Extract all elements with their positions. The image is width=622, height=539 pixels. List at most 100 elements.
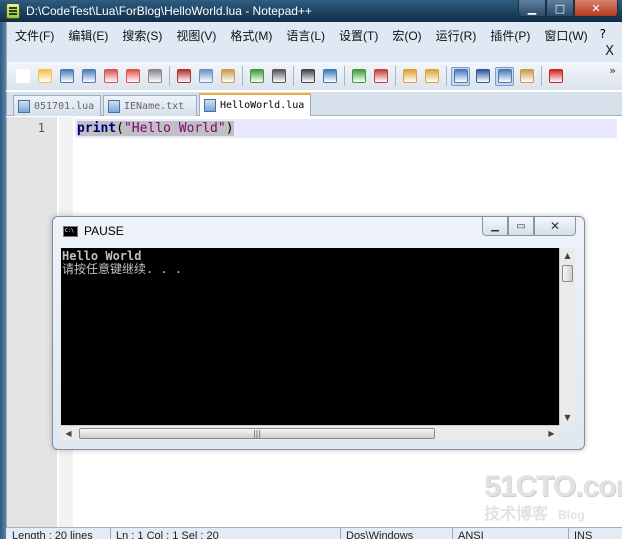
toolbar-overflow-button[interactable]: » bbox=[609, 64, 616, 77]
watermark-sub-text: 技术博客 bbox=[484, 506, 549, 523]
menu-item-3[interactable]: 视图(V) bbox=[176, 27, 216, 44]
toolbar-separator bbox=[446, 66, 447, 86]
console-maximize-button[interactable]: ▭ bbox=[508, 217, 534, 236]
scroll-left-arrow-icon[interactable]: ◀ bbox=[61, 426, 76, 441]
tab-iename-txt[interactable]: IEName.txt bbox=[103, 95, 197, 116]
tab-label: IEName.txt bbox=[124, 100, 185, 112]
record-macro-button[interactable] bbox=[546, 67, 565, 86]
vertical-scroll-thumb[interactable] bbox=[562, 265, 573, 282]
zoom-in-button[interactable] bbox=[349, 67, 368, 86]
toolbar-separator bbox=[395, 66, 396, 86]
console-horizontal-scrollbar[interactable]: ◀ ||| ▶ bbox=[61, 425, 559, 441]
code-paren-close: ) bbox=[225, 121, 234, 136]
word-wrap-button[interactable] bbox=[451, 66, 470, 86]
toolbar: » bbox=[6, 62, 622, 90]
tab-label: HelloWorld.lua bbox=[220, 100, 305, 111]
title-bar[interactable]: D:\CodeTest\Lua\ForBlog\HelloWorld.lua -… bbox=[0, 0, 622, 22]
zoom-in-icon bbox=[351, 69, 366, 83]
code-string: "Hello World" bbox=[123, 121, 226, 136]
close-all-icon bbox=[125, 69, 140, 83]
menu-bar: 文件(F) 编辑(E) 搜索(S) 视图(V) 格式(M) 语言(L) 设置(T) 宏(O) 运… bbox=[6, 22, 622, 62]
file-tab-icon bbox=[204, 99, 216, 112]
close-button[interactable] bbox=[101, 67, 120, 86]
maximize-button[interactable]: □ bbox=[546, 0, 574, 17]
indent-guide-icon bbox=[497, 69, 512, 83]
menu-item-2[interactable]: 搜索(S) bbox=[122, 27, 162, 44]
console-window-controls: ▁ ▭ ✕ bbox=[482, 217, 576, 236]
scroll-right-arrow-icon[interactable]: ▶ bbox=[544, 426, 559, 441]
menu-item-10[interactable]: 窗口(W) bbox=[544, 27, 587, 44]
console-vertical-scrollbar[interactable]: ▲ ▼ bbox=[559, 248, 575, 425]
window-controls: ▁ □ ✕ bbox=[518, 0, 618, 17]
document-map-button[interactable] bbox=[517, 67, 536, 86]
cut-button[interactable] bbox=[174, 67, 193, 86]
tab-helloworld-lua[interactable]: HelloWorld.lua bbox=[199, 93, 311, 116]
menu-item-5[interactable]: 语言(L) bbox=[286, 27, 325, 44]
console-icon: C:\ bbox=[63, 225, 78, 237]
menu-items: 文件(F) 编辑(E) 搜索(S) 视图(V) 格式(M) 语言(L) 设置(T) 宏(O) 运… bbox=[7, 22, 622, 44]
console-output[interactable]: Hello World 请按任意键继续. . . bbox=[61, 248, 559, 425]
status-mode: INS bbox=[574, 530, 593, 539]
open-file-button[interactable] bbox=[35, 67, 54, 86]
close-all-button[interactable] bbox=[123, 67, 142, 86]
save-all-button[interactable] bbox=[79, 67, 98, 86]
console-line-2: 请按任意键继续. . . bbox=[62, 262, 183, 276]
status-divider bbox=[110, 528, 111, 539]
toolbar-separator bbox=[242, 66, 243, 86]
zoom-out-button[interactable] bbox=[371, 67, 390, 86]
copy-icon bbox=[198, 69, 213, 83]
tab-bar: 051701.lua IEName.txt HelloWorld.lua bbox=[6, 92, 622, 116]
horizontal-scroll-thumb[interactable]: ||| bbox=[79, 428, 435, 439]
menu-item-7[interactable]: 宏(O) bbox=[392, 27, 421, 44]
menu-item-6[interactable]: 设置(T) bbox=[339, 27, 378, 44]
close-window-button[interactable]: ✕ bbox=[574, 0, 618, 17]
copy-button[interactable] bbox=[196, 67, 215, 86]
toolbar-separator bbox=[344, 66, 345, 86]
console-title-bar[interactable]: C:\ PAUSE bbox=[63, 224, 124, 238]
undo-button[interactable] bbox=[247, 67, 266, 86]
scroll-up-arrow-icon[interactable]: ▲ bbox=[560, 248, 575, 263]
show-all-chars-button[interactable] bbox=[473, 67, 492, 86]
document-map-icon bbox=[519, 69, 534, 83]
close-icon bbox=[103, 69, 118, 83]
cut-icon bbox=[176, 69, 191, 83]
console-minimize-button[interactable]: ▁ bbox=[482, 217, 508, 236]
redo-button[interactable] bbox=[269, 67, 288, 86]
find-button[interactable] bbox=[298, 67, 317, 86]
minimize-button[interactable]: ▁ bbox=[518, 0, 546, 17]
save-button[interactable] bbox=[57, 67, 76, 86]
toolbar-separator bbox=[169, 66, 170, 86]
print-button[interactable] bbox=[145, 67, 164, 86]
sync-horizontal-button[interactable] bbox=[422, 67, 441, 86]
menu-item-9[interactable]: 插件(P) bbox=[490, 27, 530, 44]
replace-button[interactable] bbox=[320, 67, 339, 86]
tab-051701-lua[interactable]: 051701.lua bbox=[13, 95, 101, 116]
file-tab-icon bbox=[18, 99, 30, 113]
status-position: Ln : 1 Col : 1 Sel : 20 bbox=[116, 530, 219, 539]
close-document-button[interactable]: X bbox=[605, 44, 614, 59]
status-length: Length : 20 lines bbox=[12, 530, 93, 539]
zoom-out-icon bbox=[373, 69, 388, 83]
menu-item-8[interactable]: 运行(R) bbox=[436, 27, 477, 44]
menu-item-4[interactable]: 格式(M) bbox=[230, 27, 272, 44]
menu-item-1[interactable]: 编辑(E) bbox=[68, 27, 108, 44]
new-file-button[interactable] bbox=[13, 67, 32, 86]
console-close-button[interactable]: ✕ bbox=[534, 217, 576, 236]
sync-vertical-button[interactable] bbox=[400, 67, 419, 86]
paste-button[interactable] bbox=[218, 67, 237, 86]
indent-guide-button[interactable] bbox=[495, 66, 514, 86]
code-line-1[interactable]: print("Hello World") bbox=[77, 121, 234, 136]
console-window[interactable]: C:\ PAUSE ▁ ▭ ✕ Hello World 请按任意键继续. . .… bbox=[52, 216, 585, 450]
menu-item-0[interactable]: 文件(F) bbox=[15, 27, 54, 44]
watermark-logo: 51CTO.com bbox=[484, 470, 622, 503]
watermark: 51CTO.com 技术博客 Blog bbox=[484, 470, 622, 524]
save-all-icon bbox=[81, 69, 96, 83]
scroll-down-arrow-icon[interactable]: ▼ bbox=[560, 410, 575, 425]
toolbar-separator bbox=[541, 66, 542, 86]
menu-help[interactable]: ? bbox=[600, 27, 606, 41]
status-divider bbox=[340, 528, 341, 539]
console-text: Hello World 请按任意键继续. . . bbox=[62, 250, 182, 276]
window-title: D:\CodeTest\Lua\ForBlog\HelloWorld.lua -… bbox=[26, 4, 312, 18]
open-file-icon bbox=[37, 69, 52, 83]
undo-icon bbox=[249, 69, 264, 83]
